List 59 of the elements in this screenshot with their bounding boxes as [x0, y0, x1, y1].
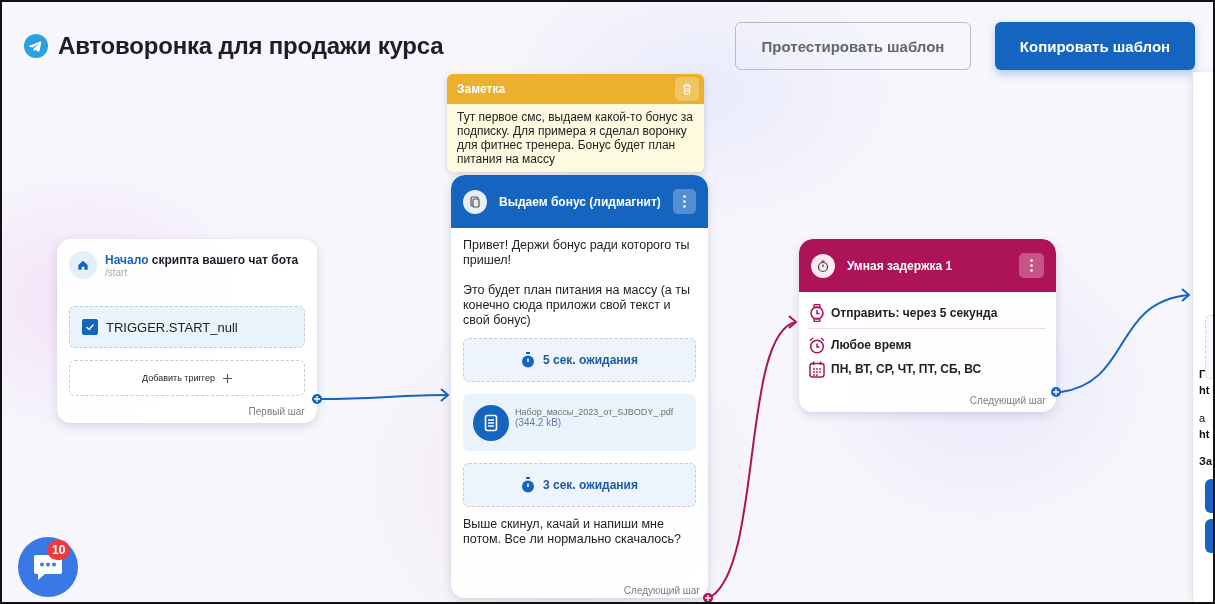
page-title: Автоворонка для продажи курса	[58, 32, 445, 60]
stopwatch-icon	[521, 477, 535, 493]
message-text: Это будет план питания на массу (а ты конечно сюда приложи свой текст и свой бонус)	[463, 283, 691, 328]
wait-block[interactable]: 3 сек. ожидания	[463, 463, 696, 507]
test-template-button[interactable]: Протестировать шаблон	[735, 22, 971, 70]
connector-handle[interactable]	[1051, 387, 1061, 397]
panel-text: Г	[1199, 368, 1207, 382]
file-attachment[interactable]: Набор_массы_2023_от_SJBODY_.pdf (344.2 kB)	[463, 394, 696, 451]
paper-plane-icon	[24, 34, 48, 58]
more-button[interactable]	[1019, 253, 1044, 278]
stopwatch-icon	[521, 352, 535, 368]
next-step-label: Следующий шаг	[968, 395, 1046, 406]
file-name: Набор_массы_2023_от_SJBODY_.pdf	[515, 407, 674, 417]
stopwatch-icon	[811, 253, 835, 278]
panel-text: ht	[1199, 428, 1211, 442]
wait-block[interactable]: 5 сек. ожидания	[463, 338, 696, 382]
step-title: Выдаем бонус (лидмагнит)	[499, 194, 661, 209]
trash-icon	[682, 83, 692, 95]
calendar-icon	[809, 360, 825, 378]
watch-icon	[809, 304, 825, 322]
file-size: (344.2 kB)	[515, 417, 563, 428]
checkbox[interactable]	[82, 319, 98, 335]
note-text: Тут первое смс, выдаем какой-то бонус за подписку. Для примера я сделал воронку для фитнес тренера. Бонус будет план питания на массу	[456, 109, 694, 168]
alarm-clock-icon	[809, 336, 825, 354]
chat-button[interactable]	[18, 537, 78, 597]
document-icon	[473, 404, 509, 441]
message-text: Привет! Держи бонус ради которого ты пришел!	[463, 238, 691, 268]
command-text: /start	[105, 267, 129, 278]
note-title: Заметка	[457, 82, 506, 96]
next-step-label: Первый шаг	[247, 406, 305, 417]
delay-setting: Отправить: через 5 секунда	[831, 306, 998, 320]
step-card[interactable]	[451, 175, 708, 598]
start-card[interactable]: Начало скрипта вашего чат бота /start TRIGGER.START_null Добавить триггер Первый шаг	[57, 239, 317, 423]
step-card[interactable]: Умная задержка 1 Отправить: через 5 секунда Любое время ПН, ВТ, СР, ЧТ, ПТ, СБ, ВС Следующий шаг	[799, 239, 1056, 412]
panel-text: ht	[1199, 384, 1211, 398]
delay-setting: Любое время	[831, 338, 912, 352]
step-title: Умная задержка 1	[847, 258, 954, 273]
start-title: Начало скрипта вашего чат бота	[105, 253, 299, 267]
connector-handle[interactable]	[312, 394, 322, 404]
trigger-label: TRIGGER.START_null	[106, 319, 238, 335]
wait-label: 3 сек. ожидания	[543, 478, 638, 492]
message-text: Выше скинул, качай и напиши мне потом. Все ли нормально скачалось?	[463, 517, 682, 547]
home-icon	[69, 251, 97, 279]
chat-icon	[33, 553, 63, 581]
panel-text: За	[1199, 455, 1212, 469]
wait-label: 5 сек. ожидания	[543, 353, 638, 367]
trigger-item[interactable]: TRIGGER.START_null	[69, 306, 305, 348]
add-trigger-button[interactable]: Добавить триггер	[69, 360, 305, 396]
more-button[interactable]	[672, 189, 696, 214]
document-icon	[463, 189, 487, 214]
notification-badge: 10	[47, 540, 71, 560]
copy-template-button[interactable]: Копировать шаблон	[995, 22, 1195, 70]
next-step-label: Следующий шаг	[623, 585, 700, 596]
more-icon	[682, 195, 686, 208]
plus-icon	[222, 373, 232, 383]
connector-handle[interactable]	[703, 593, 713, 602]
delay-setting: ПН, ВТ, СР, ЧТ, ПТ, СБ, ВС	[831, 362, 982, 376]
more-icon	[1030, 259, 1033, 272]
panel-text: а	[1199, 412, 1207, 426]
